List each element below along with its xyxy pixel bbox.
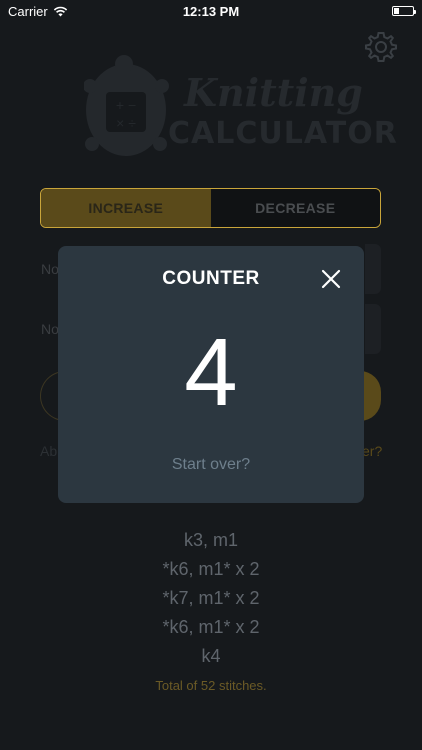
logo-line1: Knitting bbox=[184, 70, 363, 115]
battery-icon bbox=[392, 6, 416, 16]
mode-segmented-control[interactable]: INCREASE DECREASE bbox=[40, 188, 381, 228]
pattern-line: *k7, m1* x 2 bbox=[162, 588, 260, 608]
over-link[interactable]: er? bbox=[362, 443, 382, 459]
logo-line2: CALCULATOR bbox=[168, 116, 398, 151]
row2-label: No bbox=[41, 321, 59, 337]
increase-tab[interactable]: INCREASE bbox=[41, 189, 211, 227]
counter-value[interactable]: 4 bbox=[58, 318, 364, 428]
about-link[interactable]: Ab bbox=[40, 443, 57, 459]
row2-field[interactable] bbox=[365, 304, 381, 354]
svg-text:× ÷: × ÷ bbox=[116, 115, 136, 131]
counter-modal: COUNTER 4 Start over? bbox=[58, 246, 364, 503]
start-over-link[interactable]: Start over? bbox=[58, 456, 364, 474]
pattern-line: *k6, m1* x 2 bbox=[162, 617, 260, 637]
pattern-line: k3, m1 bbox=[183, 530, 239, 550]
status-time: 12:13 PM bbox=[182, 3, 240, 19]
pattern-line: *k6, m1* x 2 bbox=[162, 559, 260, 579]
app-logo: + − × ÷ Knitting CALCULATOR bbox=[83, 52, 397, 172]
stitch-total: Total of 52 stitches. bbox=[155, 678, 267, 693]
row1-label: No bbox=[41, 261, 59, 277]
status-bar: Carrier 12:13 PM bbox=[0, 0, 422, 22]
row1-field[interactable] bbox=[365, 244, 381, 294]
svg-text:+ −: + − bbox=[116, 97, 136, 113]
close-icon[interactable] bbox=[320, 268, 342, 290]
modal-title: COUNTER bbox=[162, 268, 260, 289]
pattern-line: k4 bbox=[201, 646, 221, 666]
decrease-tab[interactable]: DECREASE bbox=[210, 189, 380, 227]
settings-gear-icon[interactable] bbox=[364, 30, 398, 64]
